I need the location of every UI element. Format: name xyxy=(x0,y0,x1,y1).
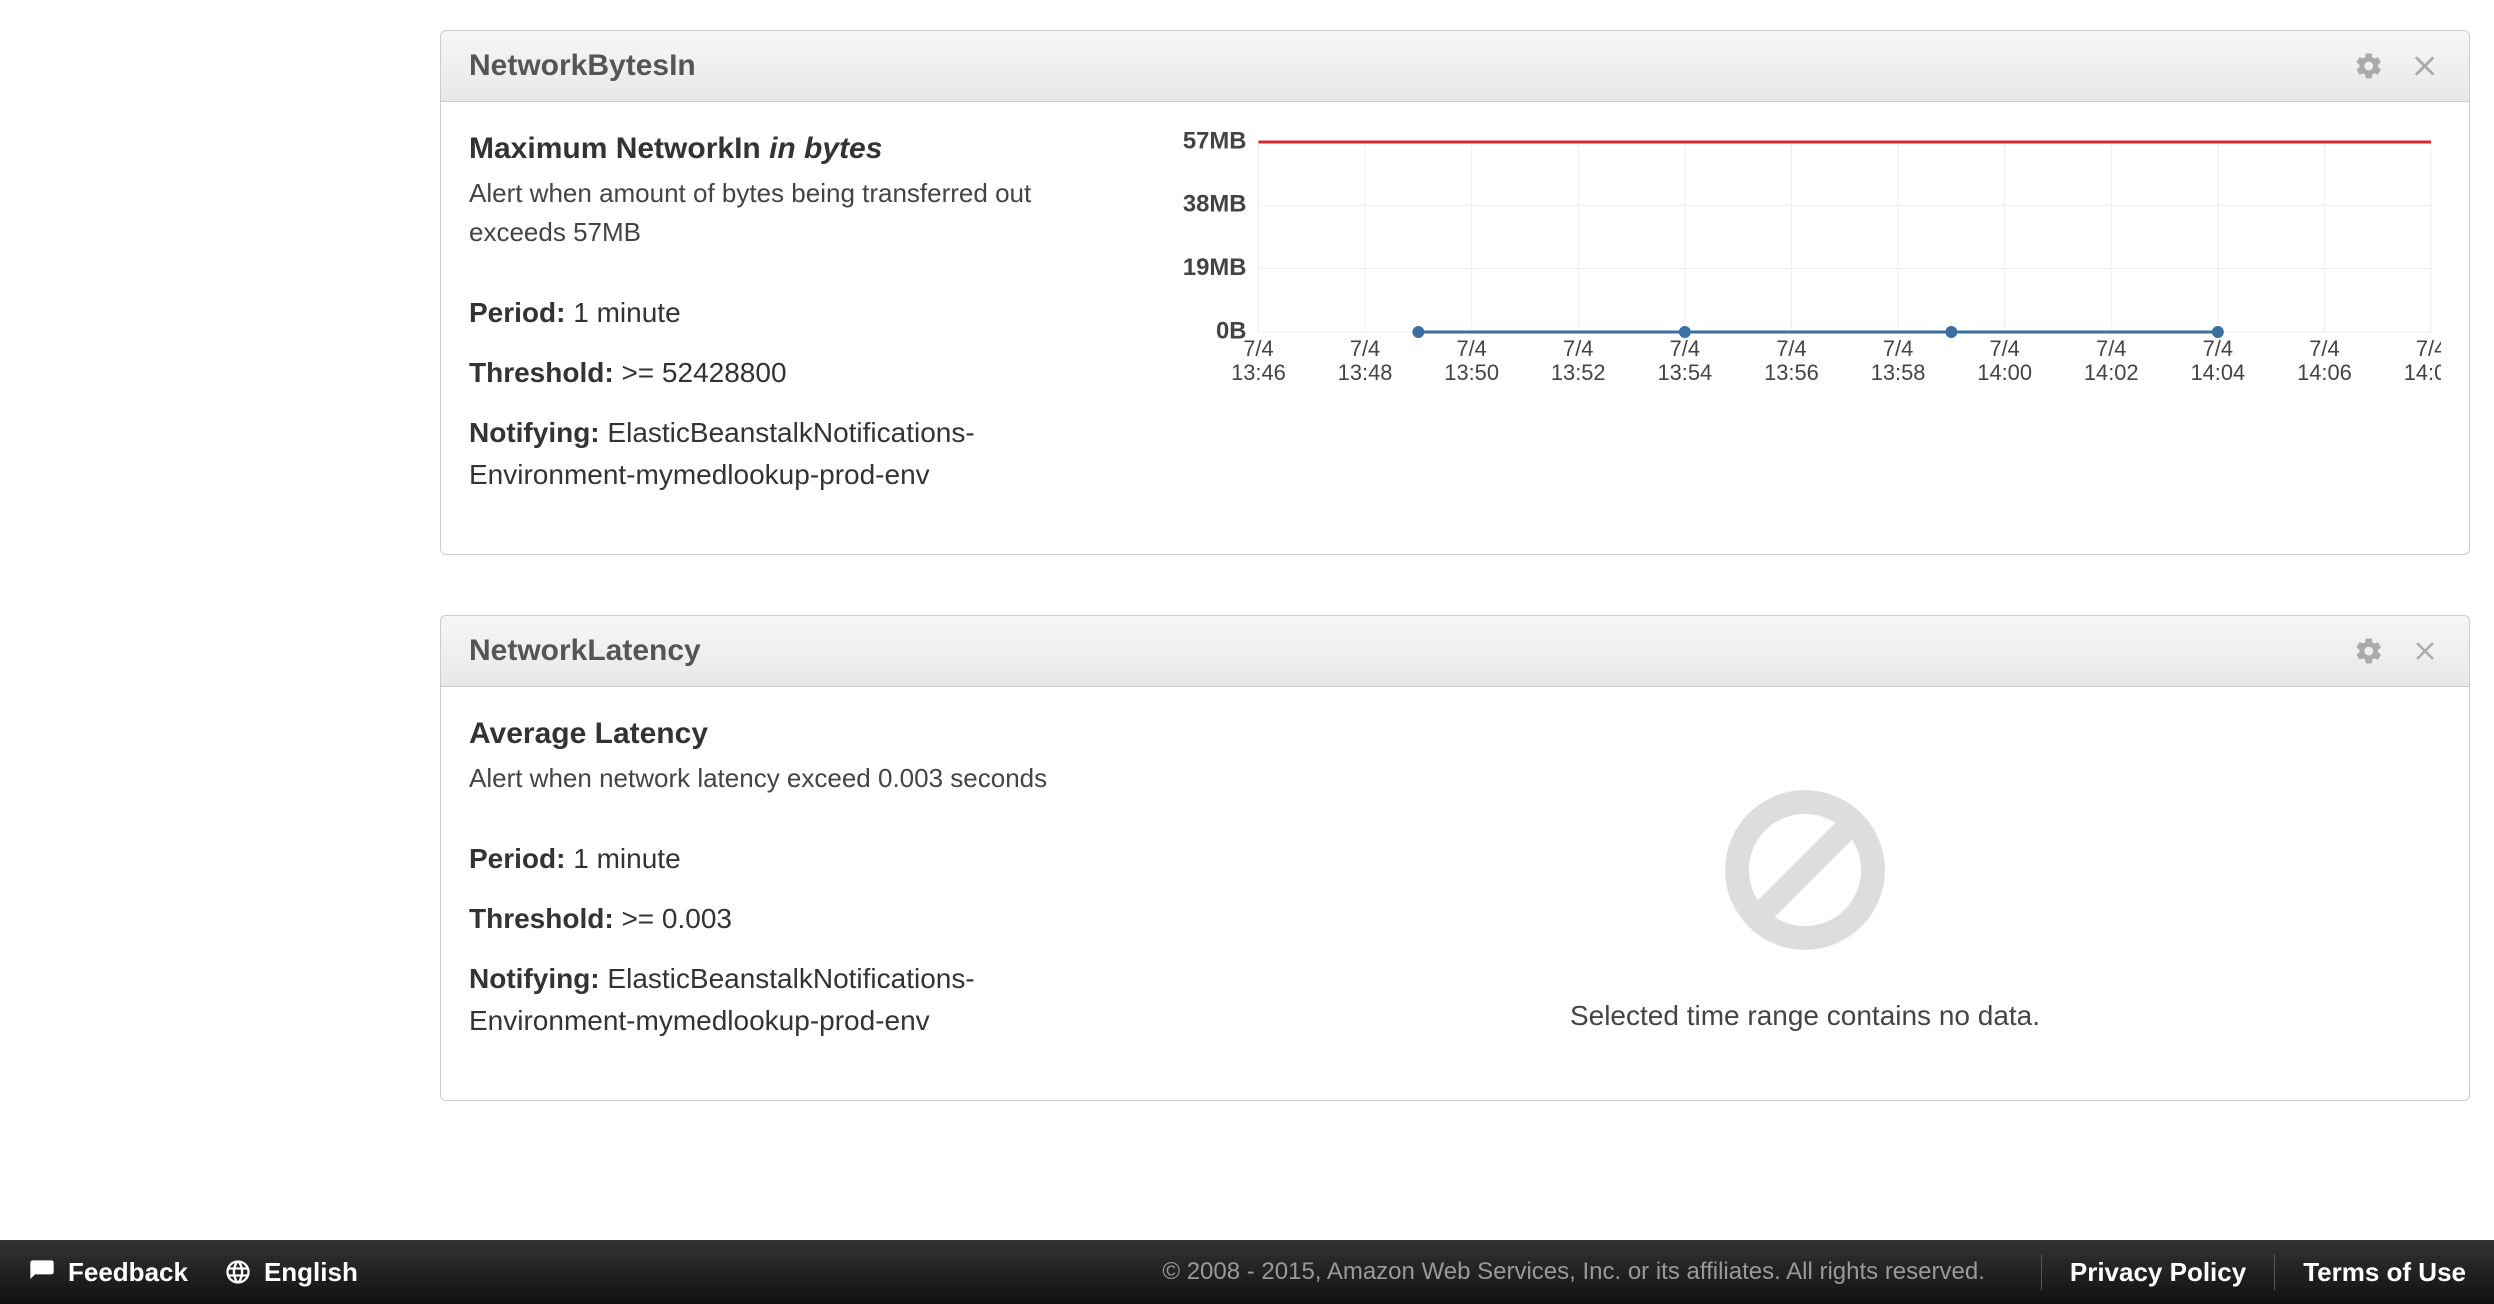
svg-text:13:56: 13:56 xyxy=(1764,360,1819,385)
svg-text:13:58: 13:58 xyxy=(1871,360,1926,385)
footer-bar: Feedback English © 2008 - 2015, Amazon W… xyxy=(0,1240,2494,1304)
svg-text:7/4: 7/4 xyxy=(1989,336,2019,361)
panel-title: NetworkLatency xyxy=(469,634,701,668)
threshold-value: >= 52428800 xyxy=(614,357,787,388)
threshold-label: Threshold: xyxy=(469,903,614,934)
footer-left: Feedback English xyxy=(28,1257,358,1288)
svg-text:7/4: 7/4 xyxy=(1243,336,1273,361)
period-row: Period: 1 minute xyxy=(469,292,1129,334)
panel-body: Average Latency Alert when network laten… xyxy=(441,687,2469,1100)
main-content: NetworkBytesIn Maximum NetworkIn in byte… xyxy=(0,0,2494,1101)
svg-text:7/4: 7/4 xyxy=(2096,336,2126,361)
svg-text:7/4: 7/4 xyxy=(2203,336,2233,361)
gear-icon[interactable] xyxy=(2353,635,2385,667)
svg-text:57MB: 57MB xyxy=(1183,132,1247,154)
privacy-policy-link[interactable]: Privacy Policy xyxy=(2070,1257,2246,1288)
alarm-panel-networkbytesin: NetworkBytesIn Maximum NetworkIn in byte… xyxy=(440,30,2470,555)
svg-text:14:08: 14:08 xyxy=(2404,360,2441,385)
metric-name: Maximum NetworkIn xyxy=(469,132,769,165)
period-value: 1 minute xyxy=(565,843,680,874)
copyright-text: © 2008 - 2015, Amazon Web Services, Inc.… xyxy=(1162,1258,1985,1286)
metric-name: Average Latency xyxy=(469,717,708,750)
svg-text:0B: 0B xyxy=(1216,317,1246,344)
svg-text:14:04: 14:04 xyxy=(2191,360,2246,385)
svg-text:13:54: 13:54 xyxy=(1658,360,1713,385)
panel-body: Maximum NetworkIn in bytes Alert when am… xyxy=(441,102,2469,554)
notifying-row: Notifying: ElasticBeanstalkNotifications… xyxy=(469,412,1129,496)
svg-text:19MB: 19MB xyxy=(1183,254,1247,281)
svg-text:7/4: 7/4 xyxy=(1563,336,1593,361)
svg-text:38MB: 38MB xyxy=(1183,191,1247,218)
svg-text:7/4: 7/4 xyxy=(1670,336,1700,361)
metric-description: Alert when amount of bytes being transfe… xyxy=(469,174,1129,252)
language-selector[interactable]: English xyxy=(224,1257,358,1288)
panel-header: NetworkBytesIn xyxy=(441,31,2469,102)
period-value: 1 minute xyxy=(565,297,680,328)
svg-text:7/4: 7/4 xyxy=(1350,336,1380,361)
notifying-label: Notifying: xyxy=(469,963,600,994)
svg-text:7/4: 7/4 xyxy=(1883,336,1913,361)
panel-actions xyxy=(2353,635,2441,667)
no-data-placeholder: Selected time range contains no data. xyxy=(1169,717,2441,1060)
metric-title: Average Latency xyxy=(469,717,1129,751)
notifying-row: Notifying: ElasticBeanstalkNotifications… xyxy=(469,958,1129,1042)
footer-divider xyxy=(2041,1254,2042,1290)
no-data-icon xyxy=(1720,785,1890,960)
period-label: Period: xyxy=(469,843,565,874)
feedback-label: Feedback xyxy=(68,1257,188,1288)
metric-unit: in bytes xyxy=(769,132,882,165)
chart-svg: 57MB38MB19MB0B7/413:467/413:487/413:507/… xyxy=(1169,132,2441,392)
panel-actions xyxy=(2353,50,2441,82)
threshold-row: Threshold: >= 0.003 xyxy=(469,898,1129,940)
line-chart: 57MB38MB19MB0B7/413:467/413:487/413:507/… xyxy=(1169,132,2441,392)
feedback-button[interactable]: Feedback xyxy=(28,1257,188,1288)
svg-text:13:48: 13:48 xyxy=(1338,360,1393,385)
period-label: Period: xyxy=(469,297,565,328)
metric-title: Maximum NetworkIn in bytes xyxy=(469,132,1129,166)
threshold-label: Threshold: xyxy=(469,357,614,388)
chart-area: 57MB38MB19MB0B7/413:467/413:487/413:507/… xyxy=(1169,132,2441,514)
svg-text:7/4: 7/4 xyxy=(1456,336,1486,361)
svg-text:7/4: 7/4 xyxy=(1776,336,1806,361)
alarm-details: Average Latency Alert when network laten… xyxy=(469,717,1129,1060)
alarm-details: Maximum NetworkIn in bytes Alert when am… xyxy=(469,132,1129,514)
svg-text:7/4: 7/4 xyxy=(2309,336,2339,361)
gear-icon[interactable] xyxy=(2353,50,2385,82)
svg-text:14:06: 14:06 xyxy=(2297,360,2352,385)
chart-area: Selected time range contains no data. xyxy=(1169,717,2441,1060)
language-label: English xyxy=(264,1257,358,1288)
svg-text:14:00: 14:00 xyxy=(1977,360,2032,385)
terms-of-use-link[interactable]: Terms of Use xyxy=(2303,1257,2466,1288)
close-icon[interactable] xyxy=(2409,50,2441,82)
panel-header: NetworkLatency xyxy=(441,616,2469,687)
no-data-text: Selected time range contains no data. xyxy=(1570,1000,2040,1032)
footer-divider xyxy=(2274,1254,2275,1290)
svg-text:13:52: 13:52 xyxy=(1551,360,1606,385)
close-icon[interactable] xyxy=(2409,635,2441,667)
notifying-label: Notifying: xyxy=(469,417,600,448)
svg-text:7/4: 7/4 xyxy=(2416,336,2441,361)
period-row: Period: 1 minute xyxy=(469,838,1129,880)
metric-description: Alert when network latency exceed 0.003 … xyxy=(469,759,1129,798)
svg-text:13:50: 13:50 xyxy=(1444,360,1499,385)
svg-text:14:02: 14:02 xyxy=(2084,360,2139,385)
panel-title: NetworkBytesIn xyxy=(469,49,696,83)
threshold-value: >= 0.003 xyxy=(614,903,732,934)
alarm-panel-networklatency: NetworkLatency Average Latency Alert whe… xyxy=(440,615,2470,1101)
threshold-row: Threshold: >= 52428800 xyxy=(469,352,1129,394)
svg-text:13:46: 13:46 xyxy=(1231,360,1286,385)
